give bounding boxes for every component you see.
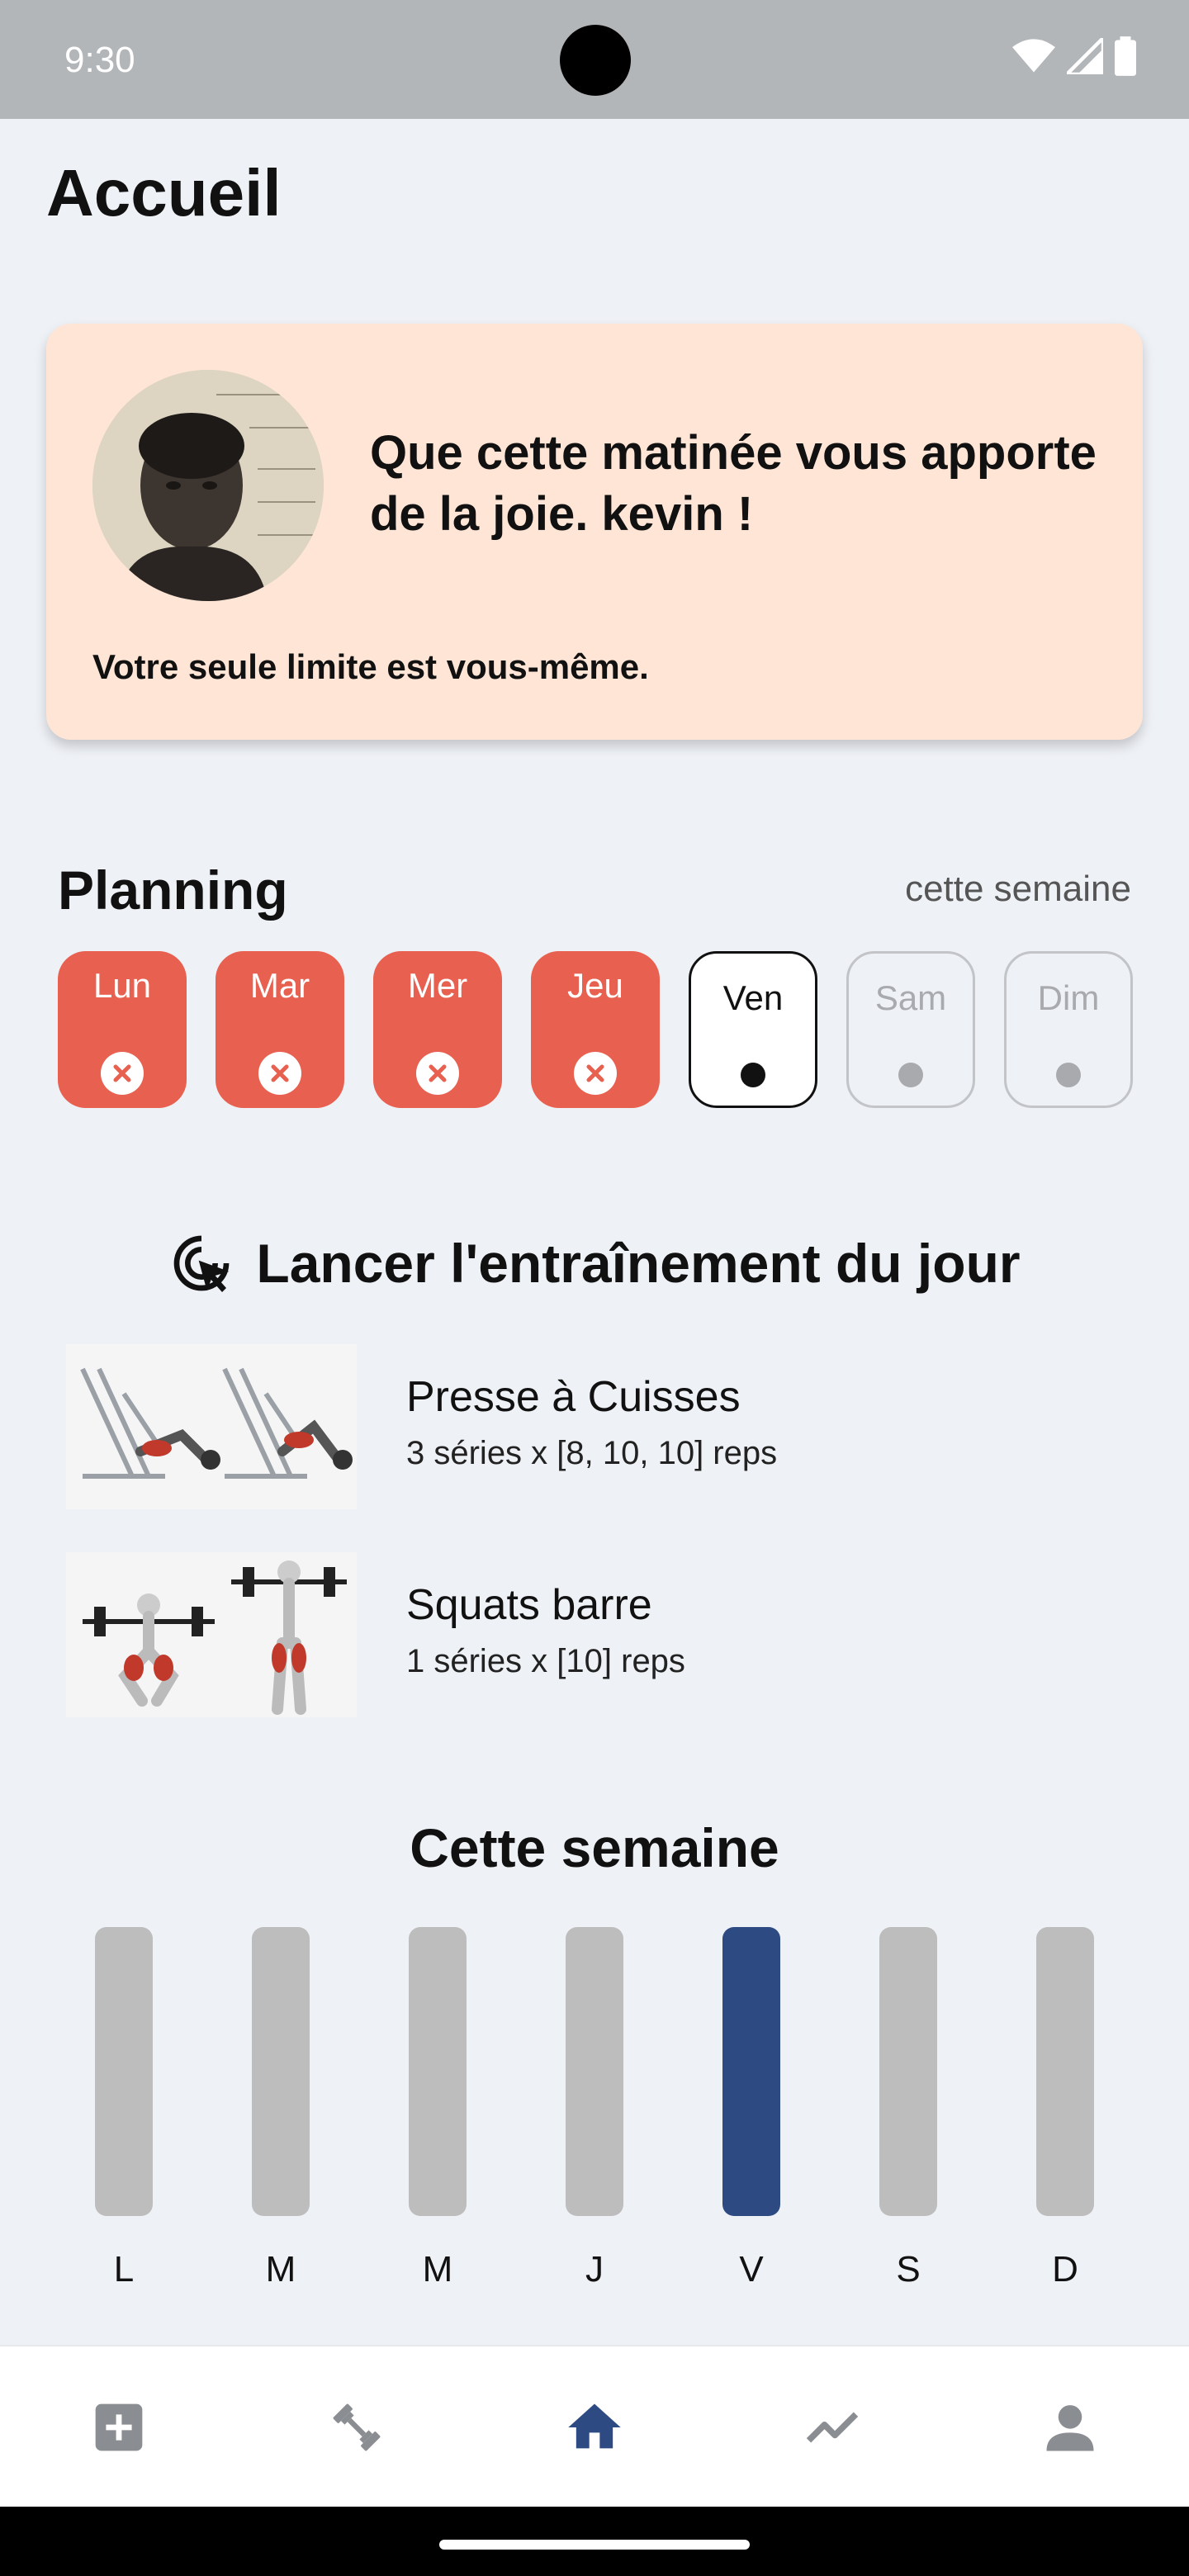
week-bar-label: D — [1052, 2249, 1078, 2290]
status-icons — [1012, 36, 1136, 76]
exercise-name: Squats barre — [406, 1581, 652, 1629]
current-dot-icon — [741, 1063, 765, 1087]
missed-x-icon — [416, 1052, 459, 1095]
battery-icon — [1115, 36, 1136, 76]
leg-press-illustration — [66, 1344, 357, 1509]
nav-home[interactable] — [476, 2346, 713, 2508]
week-bar-v — [722, 1927, 780, 2216]
day-chip-dim[interactable]: Dim — [1004, 951, 1133, 1108]
week-bar-label: V — [739, 2249, 764, 2290]
exercise-item[interactable]: Presse à Cuisses 3 séries x [8, 10, 10] … — [66, 1344, 1131, 1509]
day-chip-mer[interactable]: Mer — [373, 951, 502, 1108]
cursor-click-icon — [174, 1235, 230, 1292]
person-icon — [1046, 2405, 1094, 2451]
gesture-handle[interactable] — [439, 2540, 750, 2550]
week-bar-label: M — [422, 2249, 453, 2290]
nav-profile[interactable] — [951, 2346, 1189, 2508]
greeting-message: Que cette matinée vous apporte de la joi… — [370, 426, 1097, 541]
day-chip-label: Mar — [249, 966, 310, 1005]
week-bar-d — [1036, 1927, 1094, 2216]
planning-title: Planning — [58, 859, 288, 921]
week-bar-j — [566, 1927, 623, 2216]
day-chip-label: Ven — [722, 978, 784, 1017]
nav-add-workout[interactable] — [0, 2346, 238, 2508]
week-bar-label: M — [265, 2249, 296, 2290]
missed-x-icon — [101, 1052, 144, 1095]
launch-workout-button[interactable]: Lancer l'entraînement du jour — [0, 1230, 1189, 1296]
add-box-icon — [95, 2403, 143, 2451]
nav-exercises[interactable] — [238, 2346, 476, 2508]
status-bar: 9:30 — [0, 0, 1189, 119]
week-bar-s — [879, 1927, 937, 2216]
day-chip-sam[interactable]: Sam — [846, 951, 975, 1108]
greeting-card: Que cette matinée vous apporte de la joi… — [46, 324, 1143, 740]
exercise-detail: 3 séries x [8, 10, 10] reps — [406, 1435, 778, 1471]
week-bar-label: J — [585, 2249, 604, 2290]
bottom-nav — [0, 2345, 1189, 2507]
planning-range[interactable]: cette semaine — [905, 869, 1131, 910]
camera-cutout — [560, 25, 631, 96]
missed-x-icon — [574, 1052, 617, 1095]
day-chip-mar[interactable]: Mar — [216, 951, 344, 1108]
avatar[interactable] — [92, 370, 324, 601]
upcoming-dot-icon — [1056, 1063, 1081, 1087]
upcoming-dot-icon — [898, 1063, 923, 1087]
wifi-icon — [1012, 39, 1055, 73]
week-bar-l — [95, 1927, 153, 2216]
home-icon — [568, 2403, 621, 2449]
missed-x-icon — [258, 1052, 301, 1095]
day-chip-label: Sam — [874, 978, 947, 1017]
dumbbell-icon — [333, 2403, 381, 2451]
exercise-name: Presse à Cuisses — [406, 1373, 741, 1421]
week-bar-label: L — [113, 2249, 135, 2290]
day-chip-jeu[interactable]: Jeu — [531, 951, 660, 1108]
motivational-quote: Votre seule limite est vous-même. — [92, 647, 649, 686]
day-chip-label: Mer — [407, 966, 468, 1005]
exercise-item[interactable]: Squats barre 1 séries x [10] reps — [66, 1552, 1131, 1717]
day-chip-label: Jeu — [567, 966, 623, 1005]
status-time: 9:30 — [64, 40, 135, 80]
barbell-squat-illustration — [66, 1552, 357, 1717]
day-chip-label: Lun — [92, 966, 152, 1005]
trending-icon — [806, 2412, 859, 2443]
day-chip-ven[interactable]: Ven — [689, 951, 817, 1108]
week-bar-m2 — [409, 1927, 467, 2216]
day-chip-lun[interactable]: Lun — [58, 951, 187, 1108]
day-chip-label: Dim — [1037, 978, 1100, 1017]
week-bar-label: S — [896, 2249, 921, 2290]
nav-progress[interactable] — [713, 2346, 951, 2508]
signal-icon — [1067, 38, 1103, 74]
launch-workout-label: Lancer l'entraînement du jour — [256, 1233, 1021, 1294]
page-title: Accueil — [46, 156, 282, 230]
week-chart-title: Cette semaine — [410, 1817, 779, 1878]
week-bar-m — [252, 1927, 310, 2216]
exercise-detail: 1 séries x [10] reps — [406, 1643, 685, 1679]
